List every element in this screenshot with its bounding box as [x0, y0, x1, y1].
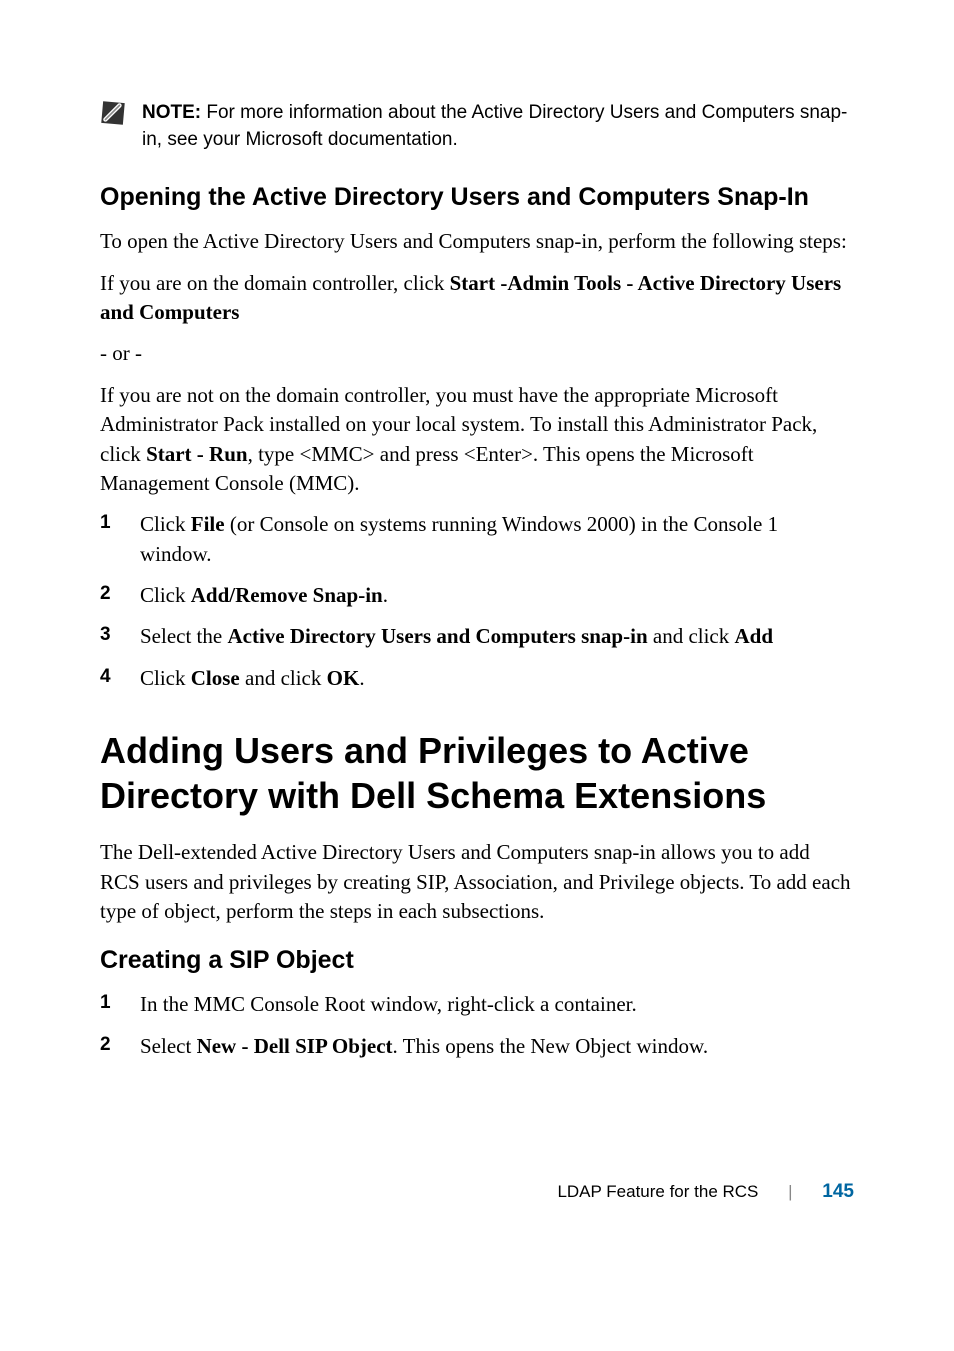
paragraph: If you are not on the domain controller,… — [100, 381, 854, 499]
paragraph: To open the Active Directory Users and C… — [100, 227, 854, 256]
paragraph: If you are on the domain controller, cli… — [100, 269, 854, 328]
paragraph: The Dell-extended Active Directory Users… — [100, 838, 854, 926]
list-item: Click Add/Remove Snap-in. — [100, 581, 854, 610]
ordered-list-sip: In the MMC Console Root window, right-cl… — [100, 990, 854, 1061]
footer-separator: | — [788, 1182, 792, 1202]
heading-creating-sip: Creating a SIP Object — [100, 946, 854, 975]
note-icon — [100, 100, 126, 126]
page-footer: LDAP Feature for the RCS | 145 — [100, 1181, 854, 1203]
heading-adding-users: Adding Users and Privileges to Active Di… — [100, 728, 854, 818]
list-item: In the MMC Console Root window, right-cl… — [100, 990, 854, 1019]
list-item: Click File (or Console on systems runnin… — [100, 510, 854, 569]
note-block: NOTE: For more information about the Act… — [100, 100, 854, 153]
footer-title: LDAP Feature for the RCS — [557, 1182, 758, 1201]
page-number: 145 — [822, 1181, 854, 1202]
note-text: NOTE: For more information about the Act… — [142, 100, 854, 153]
note-label: NOTE: — [142, 102, 201, 123]
list-item: Click Close and click OK. — [100, 664, 854, 693]
list-item: Select the Active Directory Users and Co… — [100, 622, 854, 651]
paragraph-or: - or - — [100, 339, 854, 368]
heading-opening-snapin: Opening the Active Directory Users and C… — [100, 183, 854, 212]
ordered-list-snapin: Click File (or Console on systems runnin… — [100, 510, 854, 693]
note-body: For more information about the Active Di… — [142, 102, 847, 150]
list-item: Select New - Dell SIP Object. This opens… — [100, 1032, 854, 1061]
